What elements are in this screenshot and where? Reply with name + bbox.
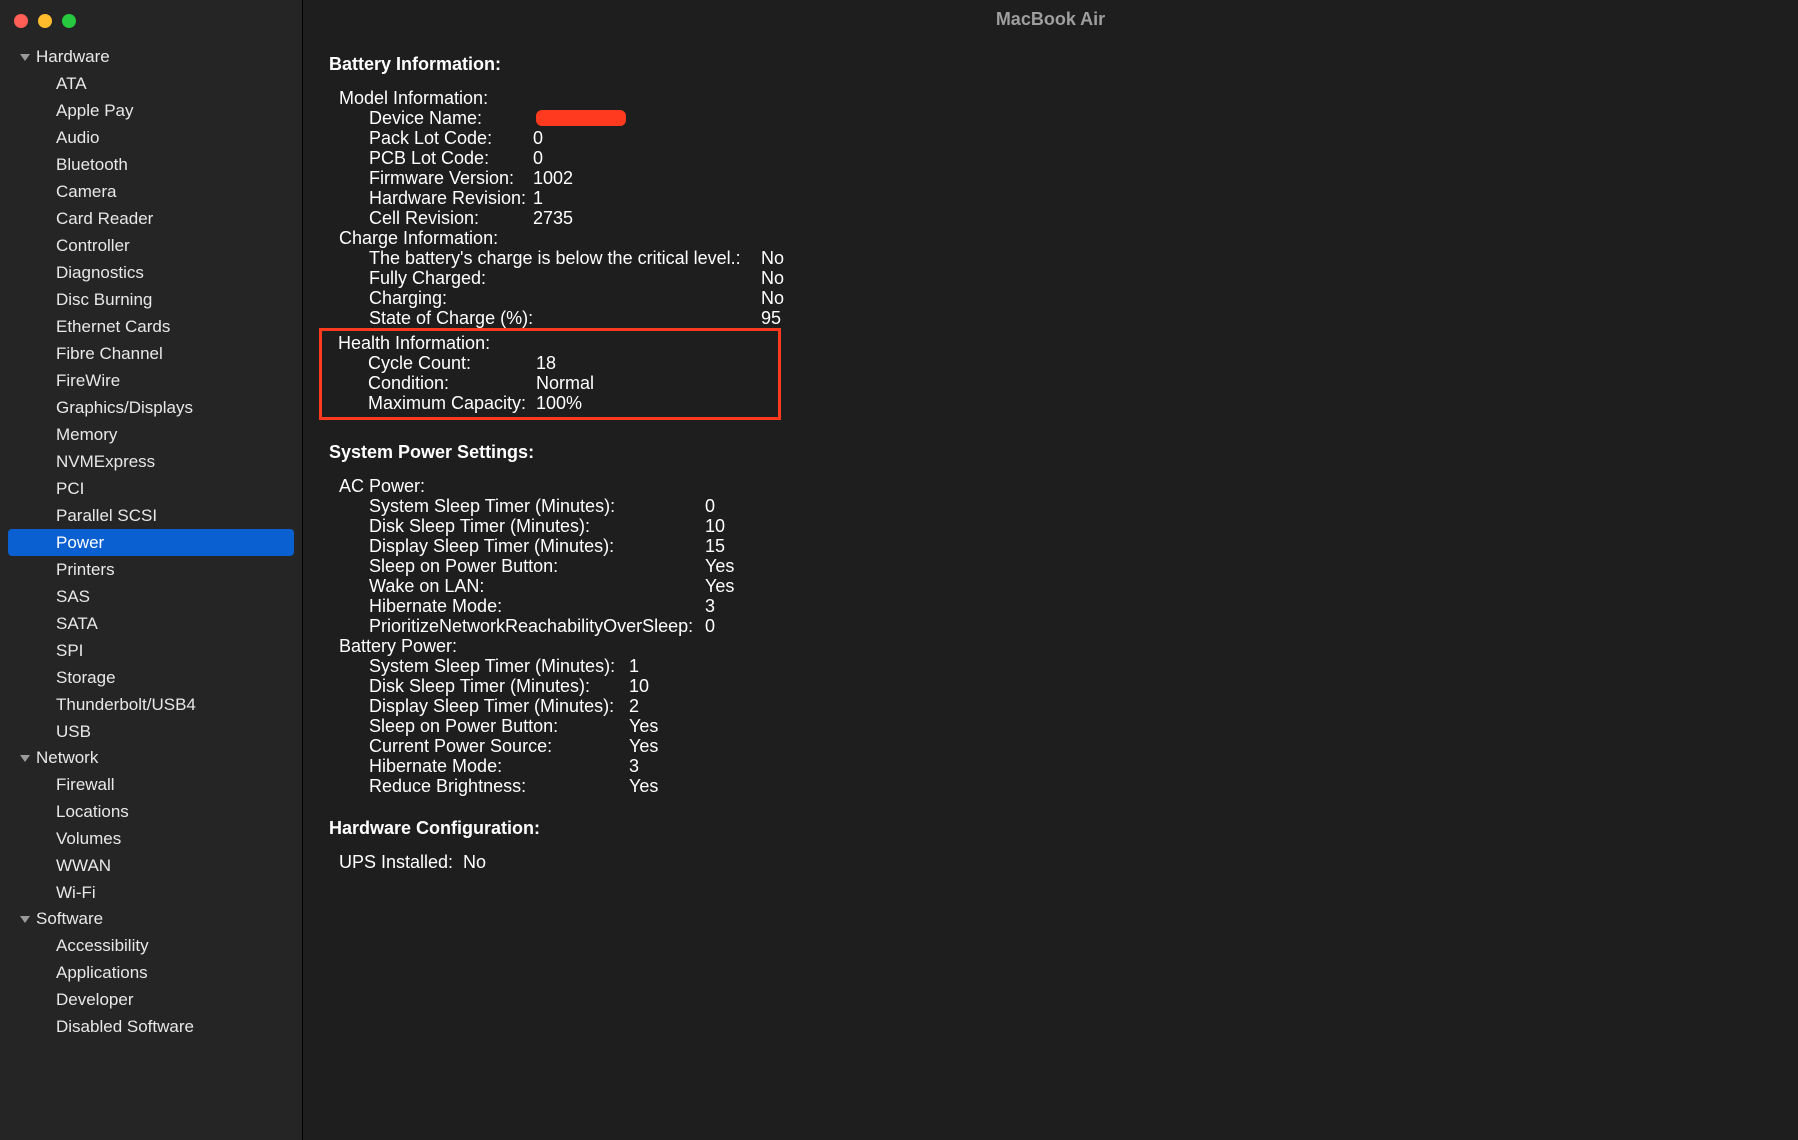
bp-cps-row: Current Power Source:Yes <box>329 736 1772 756</box>
sidebar-section-hardware[interactable]: Hardware <box>0 44 302 70</box>
ac-sst-row: System Sleep Timer (Minutes):0 <box>329 496 1772 516</box>
sidebar-item-memory[interactable]: Memory <box>0 421 302 448</box>
device-name-row: Device Name: <box>329 108 1772 128</box>
sidebar-item-pci[interactable]: PCI <box>0 475 302 502</box>
cycle-count-row: Cycle Count:18 <box>332 353 778 373</box>
sidebar-item-thunderbolt-usb4[interactable]: Thunderbolt/USB4 <box>0 691 302 718</box>
ups-row: UPS Installed:No <box>329 852 1772 872</box>
fully-charged-row: Fully Charged:No <box>329 268 1772 288</box>
bp-sst-row: System Sleep Timer (Minutes):1 <box>329 656 1772 676</box>
sidebar-item-developer[interactable]: Developer <box>0 986 302 1013</box>
bp-spb-row: Sleep on Power Button:Yes <box>329 716 1772 736</box>
sidebar-item-locations[interactable]: Locations <box>0 798 302 825</box>
cellrev-row: Cell Revision:2735 <box>329 208 1772 228</box>
sidebar-item-usb[interactable]: USB <box>0 718 302 745</box>
redacted-value <box>536 110 626 126</box>
sidebar-item-applications[interactable]: Applications <box>0 959 302 986</box>
sidebar-item-camera[interactable]: Camera <box>0 178 302 205</box>
ac-spb-row: Sleep on Power Button:Yes <box>329 556 1772 576</box>
main: MacBook Air Battery Information: Model I… <box>303 0 1798 1140</box>
hw-config-title: Hardware Configuration: <box>329 818 1772 838</box>
sidebar-item-disabled-software[interactable]: Disabled Software <box>0 1013 302 1040</box>
sidebar-item-nvmexpress[interactable]: NVMExpress <box>0 448 302 475</box>
chevron-down-icon <box>20 52 30 62</box>
sidebar-item-fibre-channel[interactable]: Fibre Channel <box>0 340 302 367</box>
ac-dst-row: Disk Sleep Timer (Minutes):10 <box>329 516 1772 536</box>
ac-power-header: AC Power: <box>329 476 1772 496</box>
sidebar-item-firewall[interactable]: Firewall <box>0 771 302 798</box>
bp-rb-row: Reduce Brightness:Yes <box>329 776 1772 796</box>
sidebar-section-network[interactable]: Network <box>0 745 302 771</box>
window-title: MacBook Air <box>303 0 1798 38</box>
maximize-icon[interactable] <box>62 14 76 28</box>
pcb-lot-row: PCB Lot Code:0 <box>329 148 1772 168</box>
ac-hib-row: Hibernate Mode:3 <box>329 596 1772 616</box>
sidebar-item-diagnostics[interactable]: Diagnostics <box>0 259 302 286</box>
charge-info-header: Charge Information: <box>329 228 1772 248</box>
ac-dispt-row: Display Sleep Timer (Minutes):15 <box>329 536 1772 556</box>
max-capacity-row: Maximum Capacity:100% <box>332 393 778 413</box>
device-name-key: Device Name: <box>369 108 482 128</box>
sidebar-item-sas[interactable]: SAS <box>0 583 302 610</box>
sidebar-section-software[interactable]: Software <box>0 906 302 932</box>
sidebar-section-label: Network <box>36 748 98 768</box>
sidebar-item-wwan[interactable]: WWAN <box>0 852 302 879</box>
sidebar-item-sata[interactable]: SATA <box>0 610 302 637</box>
sidebar-item-volumes[interactable]: Volumes <box>0 825 302 852</box>
firmware-row: Firmware Version:1002 <box>329 168 1772 188</box>
pack-lot-row: Pack Lot Code:0 <box>329 128 1772 148</box>
window-controls <box>0 8 302 44</box>
chevron-down-icon <box>20 753 30 763</box>
soc-row: State of Charge (%):95 <box>329 308 1772 328</box>
minimize-icon[interactable] <box>38 14 52 28</box>
sidebar-item-accessibility[interactable]: Accessibility <box>0 932 302 959</box>
sidebar-item-printers[interactable]: Printers <box>0 556 302 583</box>
sidebar-item-storage[interactable]: Storage <box>0 664 302 691</box>
sidebar-item-parallel-scsi[interactable]: Parallel SCSI <box>0 502 302 529</box>
bp-hib-row: Hibernate Mode:3 <box>329 756 1772 776</box>
sidebar-item-controller[interactable]: Controller <box>0 232 302 259</box>
sidebar-item-wi-fi[interactable]: Wi-Fi <box>0 879 302 906</box>
content-area: Battery Information: Model Information: … <box>303 38 1798 1140</box>
sidebar-item-ata[interactable]: ATA <box>0 70 302 97</box>
sidebar-item-card-reader[interactable]: Card Reader <box>0 205 302 232</box>
sidebar: Hardware ATAApple PayAudioBluetoothCamera… <box>0 0 303 1140</box>
sidebar-item-ethernet-cards[interactable]: Ethernet Cards <box>0 313 302 340</box>
sidebar-item-power[interactable]: Power <box>8 529 294 556</box>
chevron-down-icon <box>20 914 30 924</box>
sidebar-item-firewire[interactable]: FireWire <box>0 367 302 394</box>
health-highlight: Health Information: Cycle Count:18 Condi… <box>319 328 781 420</box>
sidebar-item-disc-burning[interactable]: Disc Burning <box>0 286 302 313</box>
critical-row: The battery's charge is below the critic… <box>329 248 1772 268</box>
bp-dst-row: Disk Sleep Timer (Minutes):10 <box>329 676 1772 696</box>
sidebar-item-bluetooth[interactable]: Bluetooth <box>0 151 302 178</box>
ac-pnros-row: PrioritizeNetworkReachabilityOverSleep:0 <box>329 616 1772 636</box>
sidebar-item-spi[interactable]: SPI <box>0 637 302 664</box>
battery-info-title: Battery Information: <box>329 54 1772 74</box>
ac-wol-row: Wake on LAN:Yes <box>329 576 1772 596</box>
sidebar-item-graphics-displays[interactable]: Graphics/Displays <box>0 394 302 421</box>
batt-power-header: Battery Power: <box>329 636 1772 656</box>
health-info-header: Health Information: <box>332 333 778 353</box>
sps-title: System Power Settings: <box>329 442 1772 462</box>
model-info-header: Model Information: <box>329 88 1772 108</box>
condition-row: Condition:Normal <box>332 373 778 393</box>
charging-row: Charging:No <box>329 288 1772 308</box>
hwrev-row: Hardware Revision:1 <box>329 188 1772 208</box>
sidebar-item-audio[interactable]: Audio <box>0 124 302 151</box>
sidebar-item-apple-pay[interactable]: Apple Pay <box>0 97 302 124</box>
sidebar-section-label: Hardware <box>36 47 110 67</box>
bp-dispt-row: Display Sleep Timer (Minutes):2 <box>329 696 1772 716</box>
sidebar-section-label: Software <box>36 909 103 929</box>
close-icon[interactable] <box>14 14 28 28</box>
